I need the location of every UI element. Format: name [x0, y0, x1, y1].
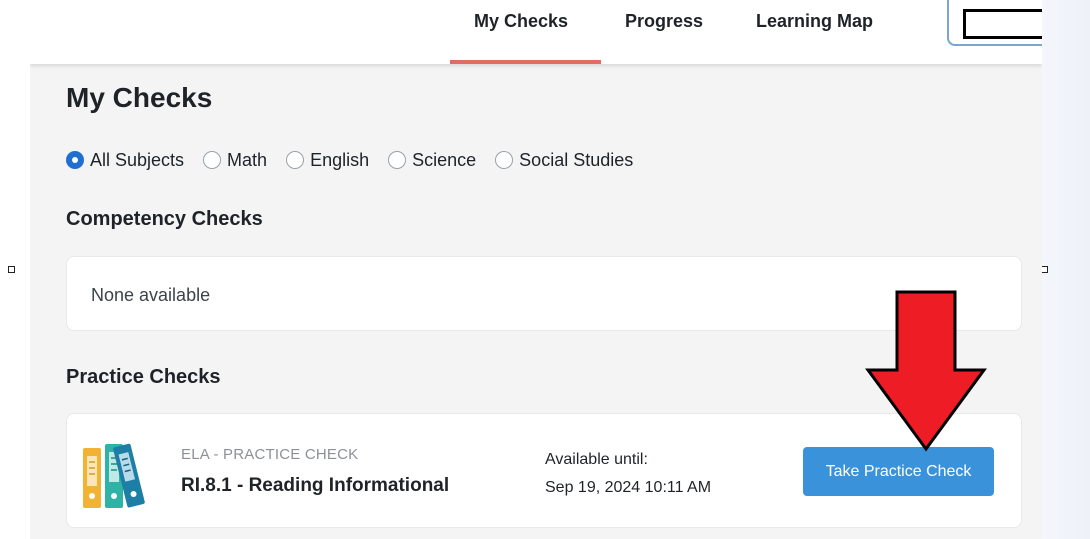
radio-icon[interactable]: [286, 151, 305, 169]
filter-label: Social Studies: [519, 149, 634, 170]
filter-social-studies[interactable]: Social Studies: [495, 150, 633, 171]
filter-label: Math: [227, 149, 268, 170]
background-edge: [1042, 0, 1090, 539]
filter-math[interactable]: Math: [203, 150, 267, 171]
subject-filter-group: All Subjects Math English Science Social…: [66, 148, 652, 172]
available-until-label: Available until:: [545, 451, 648, 468]
practice-checks-heading: Practice Checks: [66, 366, 221, 388]
top-navigation: My Checks Progress Learning Map: [30, 0, 1042, 64]
radio-icon[interactable]: [388, 151, 407, 169]
page-title: My Checks: [66, 82, 213, 113]
resize-handle-left[interactable]: [8, 266, 15, 273]
radio-selected-icon[interactable]: [66, 151, 84, 169]
check-title: RI.8.1 - Reading Informational: [181, 475, 450, 496]
check-category: ELA - PRACTICE CHECK: [181, 446, 359, 463]
active-tab-indicator: [450, 60, 601, 64]
empty-state-text: None available: [91, 285, 211, 305]
tab-my-checks[interactable]: My Checks: [474, 0, 568, 64]
down-arrow-icon: [865, 290, 987, 452]
available-until-date: Sep 19, 2024 10:11 AM: [545, 479, 712, 496]
filter-english[interactable]: English: [286, 150, 369, 171]
filter-label: English: [310, 149, 370, 170]
binders-icon: [83, 443, 145, 508]
resize-handle-right[interactable]: [1041, 266, 1048, 273]
account-menu[interactable]: [947, 0, 1042, 46]
competency-checks-heading: Competency Checks: [66, 208, 263, 230]
tab-progress[interactable]: Progress: [625, 0, 703, 64]
filter-all-subjects[interactable]: All Subjects: [66, 150, 184, 171]
redacted-box: [963, 9, 1042, 39]
filter-science[interactable]: Science: [388, 150, 476, 171]
tab-learning-map[interactable]: Learning Map: [756, 0, 873, 64]
filter-label: Science: [412, 149, 477, 170]
radio-icon[interactable]: [203, 151, 222, 169]
app-window: My Checks Progress Learning Map My Check…: [30, 0, 1042, 539]
filter-label: All Subjects: [90, 149, 185, 170]
radio-icon[interactable]: [495, 151, 514, 169]
take-practice-check-button[interactable]: Take Practice Check: [803, 447, 994, 496]
